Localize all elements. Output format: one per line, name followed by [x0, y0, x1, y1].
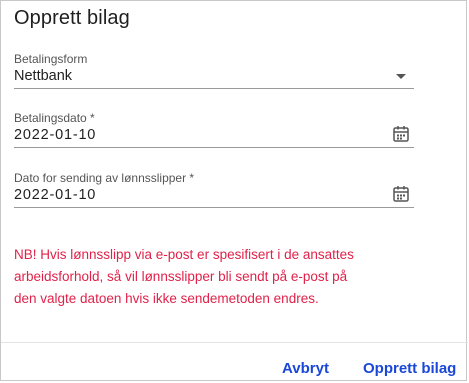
- chevron-down-icon[interactable]: [396, 74, 406, 79]
- create-voucher-dialog: Opprett bilag Betalingsform Nettbank Bet…: [0, 0, 468, 381]
- footer-divider: [1, 342, 468, 343]
- payment-method-value: Nettbank: [14, 68, 73, 84]
- calendar-icon[interactable]: [392, 185, 410, 203]
- payment-method-field[interactable]: Betalingsform Nettbank: [14, 52, 414, 89]
- create-voucher-button[interactable]: Opprett bilag: [363, 360, 456, 377]
- calendar-icon[interactable]: [392, 125, 410, 143]
- payslip-warning-text: NB! Hvis lønnsslipp via e-post er spesif…: [14, 247, 354, 306]
- payment-date-input[interactable]: 2022-01-10: [14, 125, 414, 148]
- payment-date-field[interactable]: Betalingsdato * 2022-01-10: [14, 111, 414, 148]
- payslip-date-field[interactable]: Dato for sending av lønnsslipper * 2022-…: [14, 171, 414, 208]
- payment-date-value: 2022-01-10: [14, 127, 97, 143]
- payslip-date-value: 2022-01-10: [14, 187, 97, 203]
- payment-date-label: Betalingsdato *: [14, 111, 95, 125]
- payment-method-label: Betalingsform: [14, 52, 88, 66]
- payment-method-select[interactable]: Nettbank: [14, 66, 414, 89]
- dialog-title: Opprett bilag: [14, 7, 130, 29]
- cancel-button[interactable]: Avbryt: [282, 360, 329, 377]
- payslip-date-label: Dato for sending av lønnsslipper *: [14, 171, 195, 185]
- payslip-date-input[interactable]: 2022-01-10: [14, 185, 414, 208]
